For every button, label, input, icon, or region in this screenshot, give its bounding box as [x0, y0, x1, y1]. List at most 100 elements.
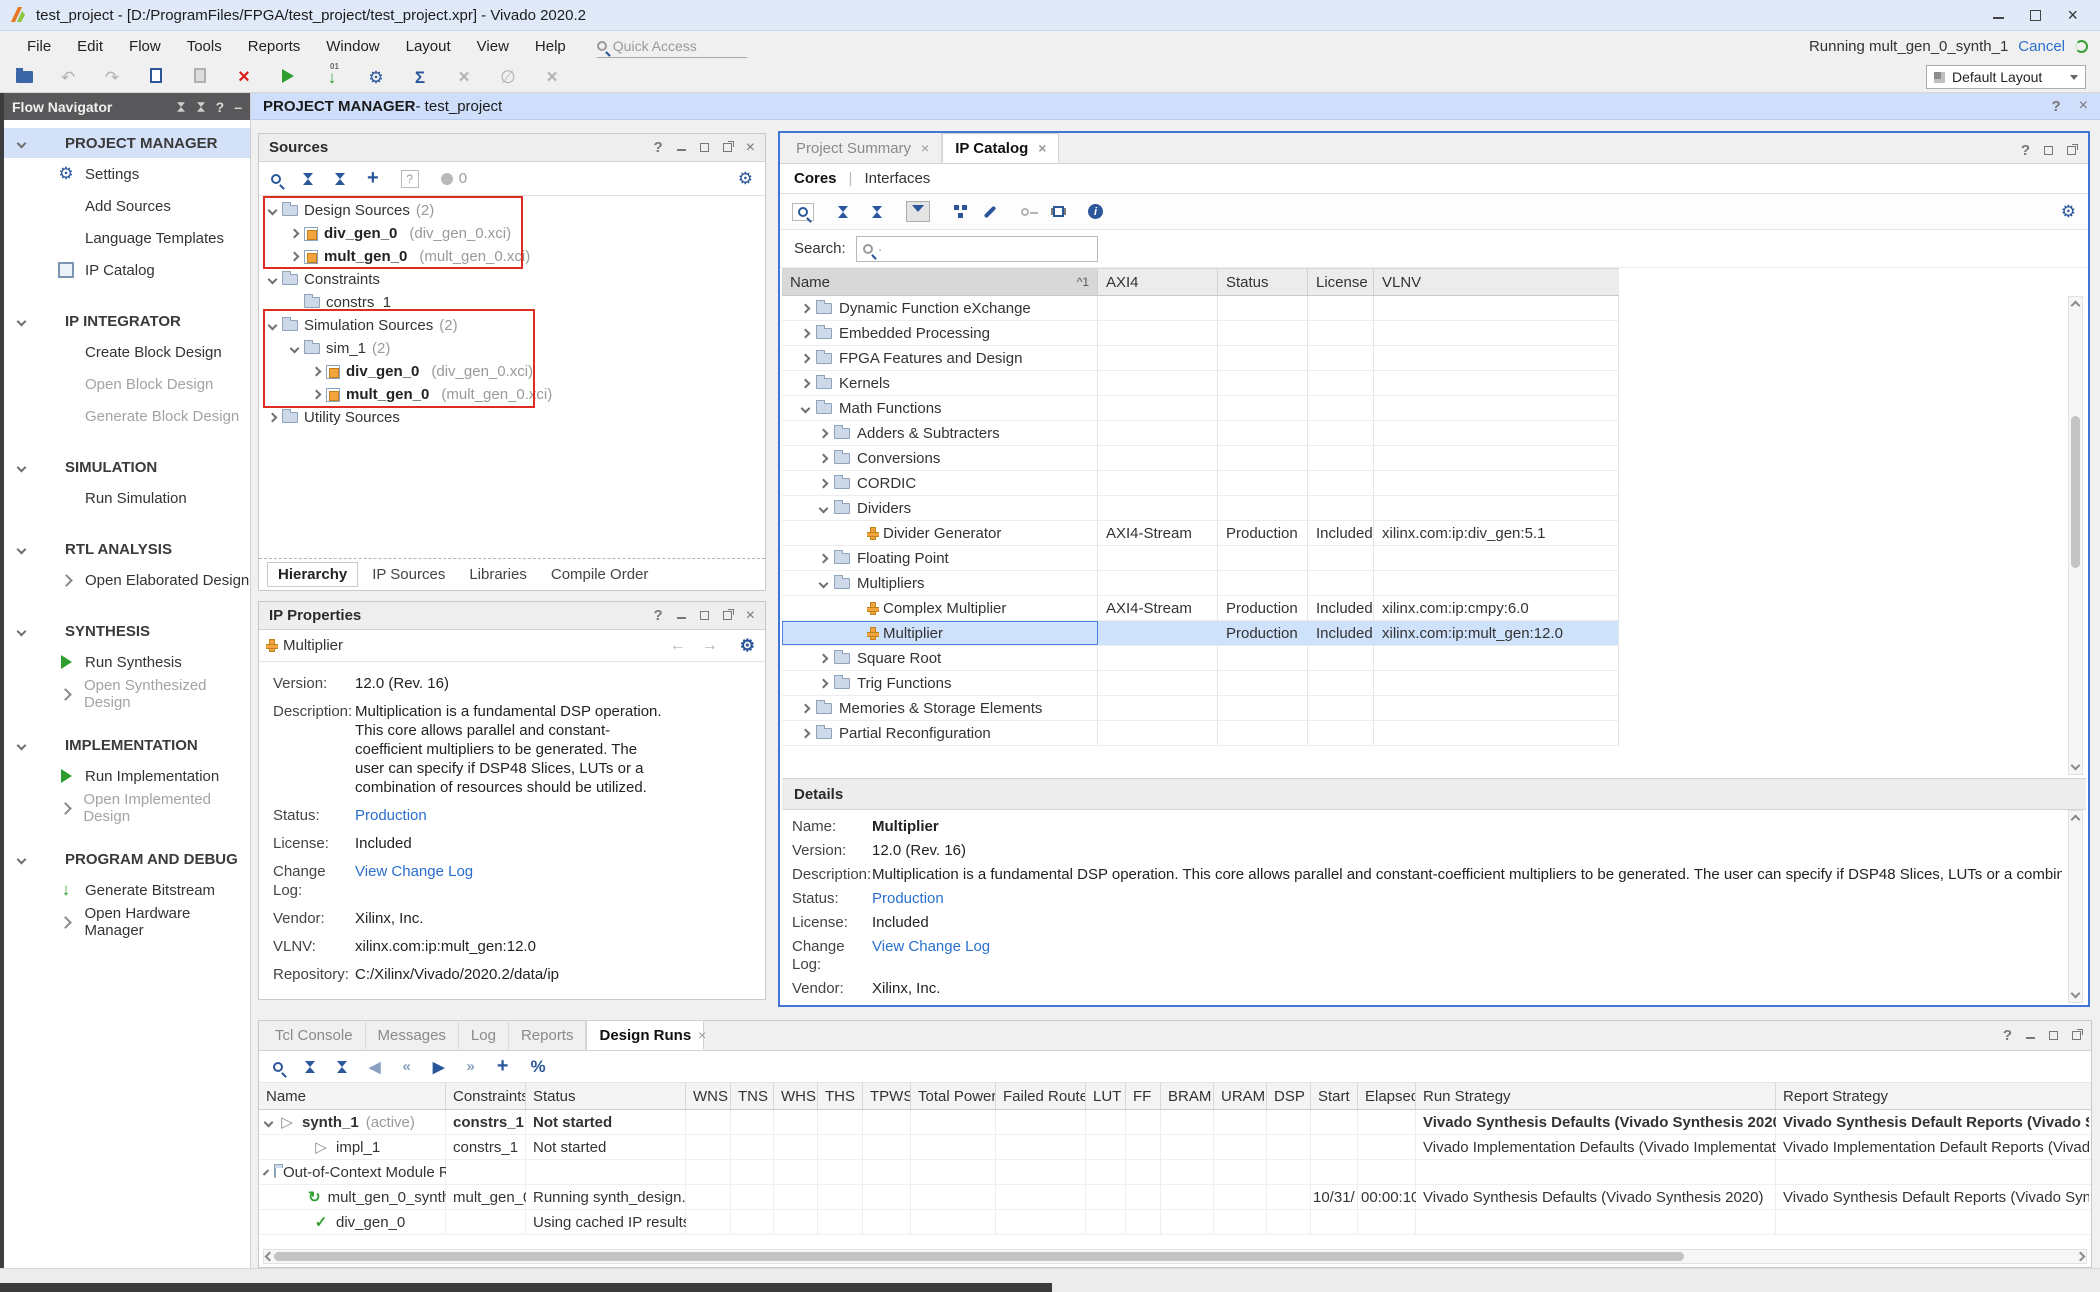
bottom-tab[interactable]: Messages	[366, 1020, 459, 1050]
forward-icon[interactable]: →	[702, 637, 718, 655]
ip-catalog-row[interactable]: Complex Multiplier AXI4-Stream Productio…	[782, 596, 1618, 621]
close-tab-icon[interactable]: ×	[1038, 140, 1046, 156]
scrollbar-thumb[interactable]	[274, 1252, 1684, 1261]
horizontal-scrollbar[interactable]	[263, 1249, 2087, 1264]
source-tree-row[interactable]: mult_gen_0 (mult_gen_0.xci)	[259, 383, 765, 406]
expander-icon[interactable]	[819, 503, 829, 513]
float-panel-icon[interactable]	[2072, 1031, 2081, 1040]
float-panel-icon[interactable]	[723, 611, 732, 620]
ip-catalog-row[interactable]: Conversions	[782, 446, 1618, 471]
column-header[interactable]: Report Strategy	[1776, 1083, 2089, 1109]
expander-icon[interactable]	[264, 1117, 274, 1127]
expander-icon[interactable]	[268, 206, 278, 216]
flow-navigator-entry[interactable]: SIMULATION	[4, 452, 250, 482]
source-tree-row[interactable]: div_gen_0 (div_gen_0.xci)	[259, 222, 765, 245]
column-header[interactable]: FF	[1126, 1083, 1161, 1109]
ip-catalog-row[interactable]: Kernels	[782, 371, 1618, 396]
collapse-all-icon[interactable]	[177, 102, 185, 112]
flow-navigator-entry[interactable]: Run Simulation	[4, 482, 250, 514]
expander-icon[interactable]	[801, 353, 811, 363]
column-header[interactable]: Failed Routes	[996, 1083, 1086, 1109]
source-tree-row[interactable]: mult_gen_0 (mult_gen_0.xci)	[259, 245, 765, 268]
cancel-link[interactable]: Cancel	[2018, 38, 2065, 55]
flow-navigator-entry[interactable]: IMPLEMENTATION	[4, 730, 250, 760]
minimize-panel-icon[interactable]	[677, 612, 686, 619]
source-tree-row[interactable]: Simulation Sources (2)	[259, 314, 765, 337]
column-header[interactable]: LUT	[1086, 1083, 1126, 1109]
flow-navigator-entry[interactable]: ⚙ Settings	[4, 158, 250, 190]
flow-navigator-entry[interactable]: Run Synthesis	[4, 646, 250, 678]
ip-catalog-row[interactable]: Dividers	[782, 496, 1618, 521]
source-tree-row[interactable]: Utility Sources	[259, 406, 765, 429]
create-run-icon[interactable]: +	[497, 1055, 509, 1078]
scroll-left-icon[interactable]	[265, 1252, 275, 1262]
float-panel-icon[interactable]	[723, 143, 732, 152]
menu-item[interactable]: Window	[313, 38, 392, 55]
flow-navigator-entry[interactable]: Run Implementation	[4, 760, 250, 792]
expander-icon[interactable]	[290, 229, 300, 239]
expander-icon[interactable]	[819, 653, 829, 663]
expand-all-icon[interactable]	[872, 206, 882, 218]
hierarchy-view-icon[interactable]	[954, 205, 959, 210]
minimize-panel-icon[interactable]	[677, 144, 686, 151]
column-header[interactable]: Status	[526, 1083, 686, 1109]
go-to-start-icon[interactable]: ◀	[369, 1058, 381, 1076]
column-header[interactable]: URAM	[1214, 1083, 1267, 1109]
flow-navigator-entry[interactable]: ↓ Generate Bitstream	[4, 874, 250, 906]
resume-icon[interactable]: ▶	[433, 1058, 445, 1076]
column-header[interactable]: TNS	[731, 1083, 774, 1109]
menu-item[interactable]: View	[464, 38, 522, 55]
menu-item[interactable]: Tools	[174, 38, 235, 55]
flow-navigator-entry[interactable]: Create Block Design	[4, 336, 250, 368]
column-status[interactable]: Status	[1218, 269, 1308, 295]
expander-icon[interactable]	[819, 428, 829, 438]
flow-navigator-entry[interactable]: IP Catalog	[4, 254, 250, 286]
maximize-panel-icon[interactable]	[700, 611, 709, 620]
close-panel-icon[interactable]: ×	[746, 608, 755, 624]
step-back-icon[interactable]: «	[403, 1058, 411, 1075]
search-icon[interactable]	[271, 174, 281, 184]
flow-navigator-entry[interactable]: PROGRAM AND DEBUG	[4, 844, 250, 874]
expander-icon[interactable]	[312, 367, 322, 377]
column-header[interactable]: DSP	[1267, 1083, 1311, 1109]
details-scrollbar[interactable]	[2068, 810, 2083, 1003]
window-close-icon[interactable]: ×	[2067, 6, 2078, 24]
sources-view-tab[interactable]: IP Sources	[362, 563, 455, 586]
source-tree-row[interactable]: constrs_1	[259, 291, 765, 314]
close-tab-icon[interactable]: ×	[698, 1027, 706, 1043]
flow-navigator-entry[interactable]: PROJECT MANAGER	[4, 128, 250, 158]
column-header[interactable]: WNS	[686, 1083, 731, 1109]
help-icon[interactable]: ?	[2021, 142, 2030, 159]
column-header[interactable]: WHS	[774, 1083, 818, 1109]
step-forward-icon[interactable]: »	[466, 1058, 474, 1075]
help-icon[interactable]: ?	[653, 607, 662, 624]
flow-navigator-entry[interactable]: Open Implemented Design	[4, 792, 250, 824]
flow-navigator-entry[interactable]: Language Templates	[4, 222, 250, 254]
maximize-panel-icon[interactable]	[2044, 146, 2053, 155]
scroll-right-icon[interactable]	[2076, 1252, 2086, 1262]
ip-catalog-row[interactable]: FPGA Features and Design	[782, 346, 1618, 371]
column-header[interactable]: Run Strategy	[1416, 1083, 1776, 1109]
maximize-panel-icon[interactable]	[700, 143, 709, 152]
expander-icon[interactable]	[819, 678, 829, 688]
ip-catalog-row[interactable]: Memories & Storage Elements	[782, 696, 1618, 721]
layout-selector[interactable]: Default Layout	[1926, 65, 2086, 89]
design-run-row[interactable]: ▷ synth_1 (active) constrs_1 Not started…	[259, 1110, 2091, 1135]
column-name[interactable]: Name^1	[782, 269, 1098, 295]
help-icon[interactable]: ?	[653, 139, 662, 156]
source-tree-row[interactable]: div_gen_0 (div_gen_0.xci)	[259, 360, 765, 383]
column-header[interactable]: TPWS	[863, 1083, 911, 1109]
menu-item[interactable]: Layout	[393, 38, 464, 55]
quick-access-input[interactable]: Quick Access	[597, 36, 747, 58]
expander-icon[interactable]	[801, 378, 811, 388]
scroll-up-icon[interactable]	[2071, 815, 2081, 825]
ip-catalog-row[interactable]: Divider Generator AXI4-Stream Production…	[782, 521, 1618, 546]
add-sources-icon[interactable]: +	[367, 167, 379, 190]
percent-icon[interactable]: %	[530, 1057, 545, 1077]
expander-icon[interactable]	[268, 321, 278, 331]
ip-catalog-row[interactable]: Embedded Processing	[782, 321, 1618, 346]
expander-icon[interactable]	[312, 390, 322, 400]
expander-icon[interactable]	[290, 344, 300, 354]
bottom-tab[interactable]: Log	[459, 1020, 509, 1050]
expander-icon[interactable]	[290, 252, 300, 262]
